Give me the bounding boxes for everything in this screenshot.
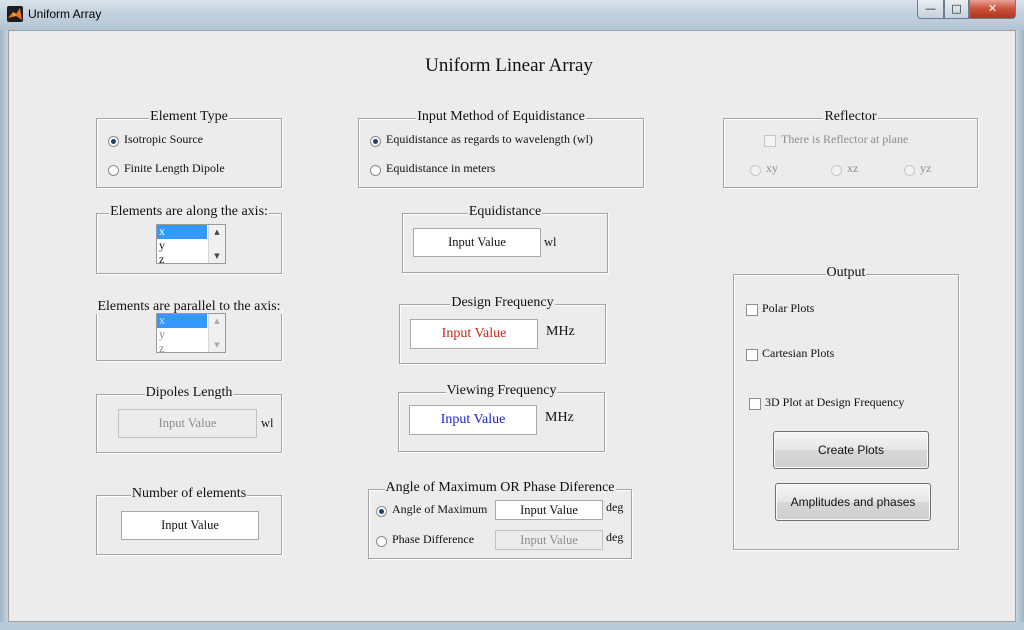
panel-title: Elements are along the axis: — [109, 204, 269, 219]
design-frequency-input[interactable]: Input Value — [410, 319, 538, 349]
angle-of-maximum-input[interactable]: Input Value — [495, 500, 603, 520]
phase-unit: deg — [606, 530, 624, 544]
panel-title: Equidistance — [467, 204, 543, 219]
scrollbar[interactable]: ▲ ▼ — [208, 225, 225, 263]
plane-xy-radio[interactable] — [750, 165, 761, 176]
phase-difference-label: Phase Difference — [392, 532, 475, 546]
number-of-elements-input[interactable]: Input Value — [121, 511, 259, 540]
plane-yz-label: yz — [920, 161, 932, 175]
reflector-panel: Reflector There is Reflector at plane xy… — [723, 109, 978, 188]
equidistance-unit: wl — [544, 235, 557, 249]
panel-title: Design Frequency — [450, 295, 555, 310]
panel-title: Number of elements — [130, 486, 248, 501]
scroll-up-icon[interactable]: ▲ — [209, 315, 225, 327]
figure-client-area: Uniform Linear Array Element Type Isotro… — [8, 30, 1016, 622]
parallel-axis-listbox[interactable]: x y z ▲ ▼ — [156, 313, 226, 353]
angle-of-maximum-label: Angle of Maximum — [392, 502, 488, 516]
output-panel: Output Polar Plots Cartesian Plots 3D Pl… — [733, 265, 959, 550]
polar-plots-label: Polar Plots — [762, 301, 815, 315]
parallel-axis-panel: Elements are parallel to the axis: x y z… — [96, 299, 282, 361]
window-frame-left — [0, 30, 8, 630]
cartesian-plots-checkbox[interactable] — [746, 349, 758, 361]
equidistance-wl-radio[interactable] — [370, 136, 381, 147]
list-item[interactable]: y — [157, 239, 207, 253]
window-frame-bottom — [0, 622, 1024, 630]
panel-title: Dipoles Length — [144, 385, 234, 400]
equidistance-panel: Equidistance Input Value wl — [402, 204, 608, 273]
isotropic-source-radio[interactable] — [108, 136, 119, 147]
number-of-elements-panel: Number of elements Input Value — [96, 486, 282, 555]
scroll-down-icon[interactable]: ▼ — [209, 339, 225, 351]
panel-title: Viewing Frequency — [445, 383, 558, 398]
create-plots-button[interactable]: Create Plots — [773, 431, 929, 469]
finite-dipole-radio[interactable] — [108, 165, 119, 176]
viewing-frequency-input[interactable]: Input Value — [409, 405, 537, 435]
equidistance-meters-radio[interactable] — [370, 165, 381, 176]
list-item[interactable]: z — [157, 253, 207, 264]
angle-of-maximum-radio[interactable] — [376, 506, 387, 517]
close-button[interactable]: ✕ — [969, 0, 1016, 19]
phase-difference-input[interactable]: Input Value — [495, 530, 603, 550]
along-axis-panel: Elements are along the axis: x y z ▲ ▼ — [96, 204, 282, 274]
input-method-panel: Input Method of Equidistance Equidistanc… — [358, 109, 644, 188]
phase-difference-radio[interactable] — [376, 536, 387, 547]
plane-xz-label: xz — [847, 161, 859, 175]
polar-plots-checkbox[interactable] — [746, 304, 758, 316]
equidistance-wl-label: Equidistance as regards to wavelength (w… — [386, 132, 593, 146]
window-frame-right — [1016, 30, 1024, 630]
design-frequency-unit: MHz — [546, 324, 575, 339]
scroll-up-icon[interactable]: ▲ — [209, 226, 225, 238]
viewing-frequency-unit: MHz — [545, 410, 574, 425]
list-item[interactable]: z — [157, 342, 207, 353]
page-title: Uniform Linear Array — [425, 55, 593, 76]
finite-dipole-label: Finite Length Dipole — [124, 161, 225, 175]
scroll-down-icon[interactable]: ▼ — [209, 250, 225, 262]
maximize-button[interactable]: □ — [944, 0, 969, 19]
dipoles-length-input[interactable]: Input Value — [118, 409, 257, 438]
panel-title: Output — [825, 265, 867, 280]
list-item[interactable]: x — [157, 314, 207, 328]
angle-phase-panel: Angle of Maximum OR Phase Diference Angl… — [368, 480, 632, 559]
along-axis-listbox[interactable]: x y z ▲ ▼ — [156, 224, 226, 264]
plane-yz-radio[interactable] — [904, 165, 915, 176]
list-item[interactable]: y — [157, 328, 207, 342]
amplitudes-phases-button[interactable]: Amplitudes and phases — [775, 483, 931, 521]
title-bar[interactable] — [0, 0, 1024, 30]
equidistance-meters-label: Equidistance in meters — [386, 161, 496, 175]
panel-title: Input Method of Equidistance — [416, 109, 586, 124]
reflector-label: There is Reflector at plane — [781, 132, 909, 146]
dipoles-length-unit: wl — [261, 416, 274, 430]
window-title: Uniform Array — [28, 7, 102, 21]
3d-plot-checkbox[interactable] — [749, 398, 761, 410]
equidistance-input[interactable]: Input Value — [413, 228, 541, 257]
minimize-button[interactable]: — — [917, 0, 944, 19]
angle-unit: deg — [606, 500, 624, 514]
panel-title: Reflector — [823, 109, 878, 124]
dipoles-length-panel: Dipoles Length Input Value wl — [96, 385, 282, 453]
plane-xz-radio[interactable] — [831, 165, 842, 176]
panel-title: Element Type — [149, 109, 229, 124]
design-frequency-panel: Design Frequency Input Value MHz — [399, 295, 606, 364]
reflector-checkbox[interactable] — [764, 135, 776, 147]
cartesian-plots-label: Cartesian Plots — [762, 346, 835, 360]
element-type-panel: Element Type Isotropic Source Finite Len… — [96, 109, 282, 188]
plane-xy-label: xy — [766, 161, 778, 175]
panel-title: Angle of Maximum OR Phase Diference — [384, 480, 616, 495]
3d-plot-label: 3D Plot at Design Frequency — [765, 395, 905, 409]
list-item[interactable]: x — [157, 225, 207, 239]
isotropic-source-label: Isotropic Source — [124, 132, 203, 146]
scrollbar[interactable]: ▲ ▼ — [208, 314, 225, 352]
viewing-frequency-panel: Viewing Frequency Input Value MHz — [398, 383, 605, 452]
matlab-app-icon — [7, 6, 23, 22]
